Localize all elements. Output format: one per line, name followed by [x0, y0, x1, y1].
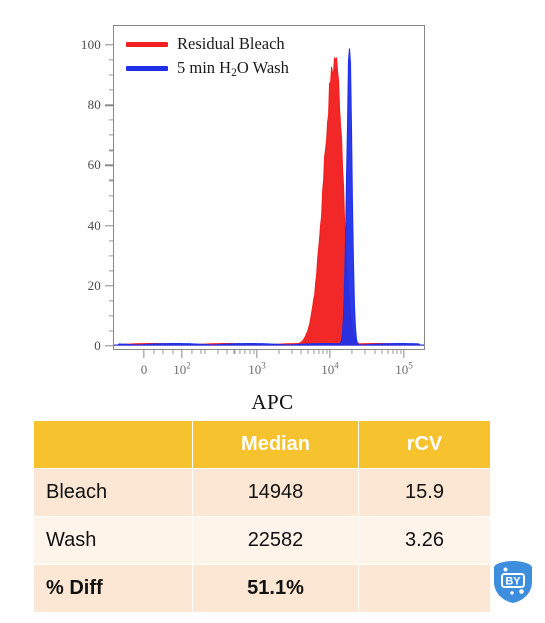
x-tick-label: 0: [140, 362, 148, 377]
y-tick-label: 0: [94, 338, 101, 353]
x-tick-minor: [364, 350, 366, 354]
histogram-series-water-wash: [114, 48, 424, 346]
flow-cytometry-histogram: 100 80 60 40 20 0 Residual Bleach 5 min H2O W…: [0, 0, 545, 388]
y-tick-label: 100: [80, 37, 101, 52]
x-tick-minor: [396, 350, 398, 354]
x-axis: 0 102 103 104 105: [113, 350, 426, 384]
legend-label-water-wash-subscript: 2: [231, 66, 237, 79]
x-tick-label: 103: [248, 360, 266, 377]
y-tick-label: 20: [87, 277, 101, 293]
row-label-wash: Wash: [33, 516, 193, 565]
x-tick-minor: [278, 350, 280, 354]
y-tick-label: 80: [87, 97, 101, 113]
legend-item-residual-bleach: Residual Bleach: [126, 33, 289, 55]
legend-item-water-wash: 5 min H2O Wash: [126, 57, 289, 79]
x-tick-minor: [300, 350, 302, 354]
x-tick-label: 102: [173, 360, 191, 377]
y-tick-major: [105, 345, 113, 347]
table-header-corner: [33, 420, 193, 469]
histogram-series-residual-bleach: [114, 57, 424, 346]
x-tick-minor: [162, 350, 164, 354]
table-header-row: Median rCV: [33, 420, 491, 469]
badge-watermark-icon: BY: [492, 560, 534, 604]
x-tick-minor: [249, 350, 251, 354]
x-tick-major: [329, 350, 331, 358]
legend-label-residual-bleach: Residual Bleach: [177, 33, 285, 53]
cell-percent-diff-rcv: [358, 564, 491, 613]
x-tick-minor: [351, 350, 353, 354]
x-tick-minor: [374, 350, 376, 354]
y-tick-major: [105, 104, 113, 106]
x-tick-major: [256, 350, 258, 358]
y-tick-major: [105, 44, 113, 46]
table-body: Bleach 14948 15.9 Wash 22582 3.26 % Diff…: [33, 468, 491, 613]
svg-text:BY: BY: [505, 576, 521, 588]
statistics-table: Median rCV Bleach 14948 15.9 Wash 22582 …: [33, 420, 491, 613]
cell-bleach-rcv: 15.9: [358, 468, 491, 517]
row-label-percent-diff: % Diff: [33, 564, 193, 613]
cell-wash-median: 22582: [192, 516, 359, 565]
figure-panel: 100 80 60 40 20 0 Residual Bleach 5 min H2O W…: [0, 0, 545, 623]
x-tick-minor: [291, 350, 293, 354]
x-tick-minor: [233, 350, 235, 354]
x-tick-major: [403, 350, 405, 358]
legend-swatch-red: [126, 41, 168, 47]
x-tick-minor: [239, 350, 241, 354]
x-tick-minor: [253, 350, 255, 354]
x-tick-minor: [217, 350, 219, 354]
legend-label-water-wash-tail: O Wash: [236, 57, 289, 77]
y-tick-label: 40: [87, 217, 101, 233]
x-tick-minor: [381, 350, 383, 354]
x-tick-minor: [322, 350, 324, 354]
legend-label-water-wash-main: 5 min H: [177, 57, 232, 77]
cell-percent-diff-median: 51.1%: [192, 564, 359, 613]
cell-bleach-median: 14948: [192, 468, 359, 517]
y-tick-major: [105, 224, 113, 227]
y-tick-label: 60: [87, 157, 101, 173]
x-tick-minor: [200, 350, 202, 354]
x-tick-minor: [307, 350, 309, 354]
legend-label-water-wash: 5 min H2O Wash: [177, 57, 289, 79]
page-title: APC: [251, 390, 294, 414]
x-tick-minor: [171, 350, 174, 354]
y-tick-major: [105, 285, 113, 287]
table-header-rcv: rCV: [358, 420, 491, 469]
chart-legend: Residual Bleach 5 min H2O Wash: [126, 33, 289, 79]
legend-swatch-blue: [126, 65, 168, 71]
x-tick-minor: [244, 350, 246, 354]
x-tick-label: 104: [321, 360, 339, 377]
x-tick-minor: [226, 350, 228, 354]
y-tick-major: [105, 164, 113, 167]
x-tick-minor: [391, 350, 394, 354]
cell-wash-rcv: 3.26: [358, 516, 491, 565]
x-tick-major: [143, 350, 145, 358]
x-tick-minor: [326, 350, 328, 354]
x-tick-minor: [313, 350, 315, 354]
x-tick-major: [181, 350, 183, 358]
table-header: Median rCV: [33, 420, 491, 469]
table-row: % Diff 51.1%: [33, 564, 491, 613]
row-label-bleach: Bleach: [33, 468, 193, 517]
x-tick-minor: [190, 350, 193, 354]
x-tick-minor: [400, 350, 402, 354]
x-tick-minor: [152, 350, 155, 354]
table-row: Wash 22582 3.26: [33, 516, 491, 565]
y-axis: 100 80 60 40 20 0: [60, 25, 113, 353]
table-header-median: Median: [192, 420, 359, 469]
x-tick-minor: [204, 350, 206, 354]
x-tick-label: 105: [395, 360, 413, 377]
table-row: Bleach 14948 15.9: [33, 468, 491, 517]
x-tick-minor: [318, 350, 320, 354]
shield-icon: BY: [494, 561, 532, 603]
x-tick-minor: [387, 350, 389, 354]
